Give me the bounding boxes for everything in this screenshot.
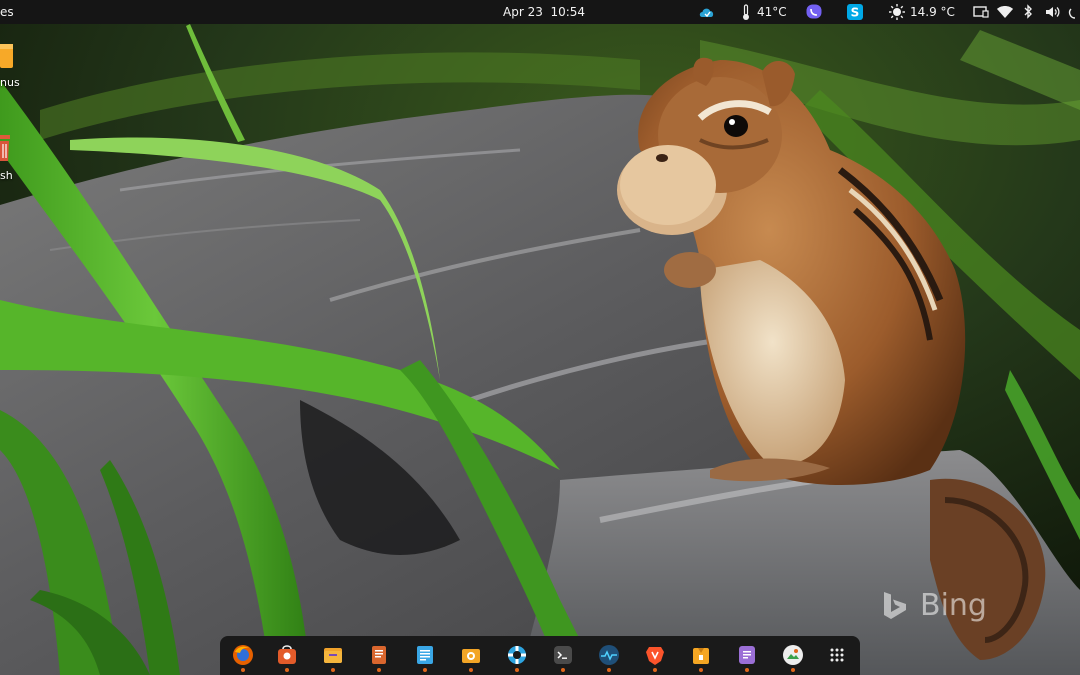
clock[interactable]: Apr 23 10:54 <box>503 0 585 24</box>
software-center-icon <box>278 645 296 664</box>
cloud-sync-icon[interactable] <box>698 3 716 21</box>
weather-sun-icon[interactable] <box>888 3 906 21</box>
dock-app-text-editor[interactable] <box>414 644 436 666</box>
screenshot-icon <box>462 649 480 663</box>
dock-show-applications-button[interactable] <box>826 644 848 666</box>
wifi-icon[interactable] <box>996 3 1014 21</box>
dock <box>220 636 860 675</box>
dock-app-brave[interactable] <box>644 644 666 666</box>
cpu-temperature[interactable]: 41°C <box>757 0 787 24</box>
running-indicator <box>331 668 335 672</box>
brave-browser-icon <box>646 647 664 665</box>
system-monitor-icon <box>599 645 619 665</box>
dock-app-files[interactable] <box>322 644 344 666</box>
bing-watermark-text: Bing <box>920 588 987 623</box>
desktop-wallpaper <box>0 0 1080 675</box>
desktop-trash-icon[interactable] <box>0 133 12 163</box>
dock-app-archive-manager[interactable] <box>690 644 712 666</box>
dock-app-software-center[interactable] <box>276 644 298 666</box>
dock-app-firefox[interactable] <box>232 644 254 666</box>
files-icon <box>324 648 342 663</box>
weather-temperature[interactable]: 14.9 °C <box>910 0 955 24</box>
image-viewer-icon <box>783 645 803 665</box>
dock-app-notes[interactable] <box>736 644 758 666</box>
dock-app-image-viewer[interactable] <box>782 644 804 666</box>
desktop-trash-label[interactable]: sh <box>0 169 13 182</box>
running-indicator <box>653 668 657 672</box>
thermometer-icon[interactable] <box>740 3 752 21</box>
firefox-icon <box>233 645 253 665</box>
archive-manager-icon <box>693 648 709 664</box>
dock-app-screenshot[interactable] <box>460 644 482 666</box>
desktop-folder-icon[interactable] <box>0 42 14 70</box>
running-indicator <box>377 668 381 672</box>
clock-time: 10:54 <box>550 5 586 19</box>
running-indicator <box>515 668 519 672</box>
volume-icon[interactable] <box>1044 3 1062 21</box>
app-grid-icon <box>830 648 844 662</box>
dock-app-system-monitor[interactable] <box>598 644 620 666</box>
terminal-icon <box>554 646 572 664</box>
running-indicator <box>561 668 565 672</box>
power-menu-icon[interactable] <box>1068 3 1080 21</box>
viber-icon[interactable] <box>805 3 823 21</box>
top-panel: es Apr 23 10:54 41°C S 14.9 °C <box>0 0 1080 24</box>
running-indicator <box>285 668 289 672</box>
svg-text:S: S <box>851 6 860 20</box>
text-editor-icon <box>417 646 433 664</box>
running-indicator <box>699 668 703 672</box>
desktop-folder-label[interactable]: nus <box>0 76 20 89</box>
running-indicator <box>791 668 795 672</box>
document-viewer-icon <box>372 646 386 664</box>
bluetooth-icon[interactable] <box>1022 3 1034 21</box>
running-indicator <box>469 668 473 672</box>
clock-date: Apr 23 <box>503 5 543 19</box>
activities-button[interactable]: es <box>0 0 14 24</box>
running-indicator <box>607 668 611 672</box>
screen-icon[interactable] <box>972 3 990 21</box>
dock-app-help[interactable] <box>506 644 528 666</box>
dock-app-terminal[interactable] <box>552 644 574 666</box>
skype-icon[interactable]: S <box>846 3 864 21</box>
bing-logo-icon <box>884 592 906 619</box>
notes-icon <box>739 646 755 664</box>
help-lifebuoy-icon <box>508 646 526 664</box>
running-indicator <box>241 668 245 672</box>
dock-app-document-viewer[interactable] <box>368 644 390 666</box>
running-indicator <box>423 668 427 672</box>
running-indicator <box>745 668 749 672</box>
